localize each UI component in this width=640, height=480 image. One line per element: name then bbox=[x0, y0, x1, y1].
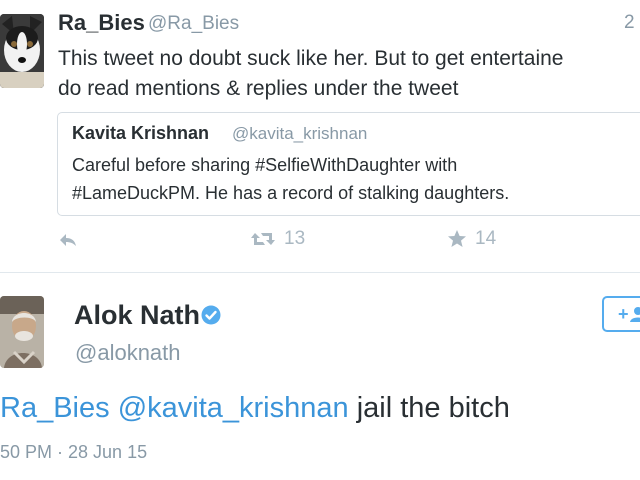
verified-badge-icon bbox=[201, 305, 221, 330]
quoted-author-name: Kavita Krishnan bbox=[72, 123, 210, 143]
retweet-button[interactable]: 13 bbox=[250, 228, 305, 250]
avatar[interactable] bbox=[0, 296, 44, 368]
tweet-text: This tweet no doubt suck like her. But t… bbox=[58, 44, 640, 104]
timestamp[interactable]: 2 bbox=[624, 12, 635, 34]
tweet-timestamp[interactable]: 50 PM · 28 Jun 15 bbox=[0, 442, 147, 463]
favorite-button[interactable]: 14 bbox=[447, 228, 496, 250]
tweet-actions: 13 14 bbox=[0, 228, 640, 256]
avatar[interactable] bbox=[0, 14, 44, 88]
author-handle[interactable]: @aloknath bbox=[75, 340, 181, 366]
author-handle[interactable]: @Ra_Bies bbox=[148, 13, 239, 35]
author-name[interactable]: Alok Nath bbox=[74, 300, 200, 331]
retweet-icon bbox=[251, 233, 275, 245]
author-name[interactable]: Ra_Bies bbox=[58, 10, 145, 36]
reply-icon bbox=[60, 234, 76, 246]
quoted-text-line: #LameDuckPM. He has a record of stalking… bbox=[72, 183, 510, 203]
quoted-tweet-text: Careful before sharing #SelfieWithDaught… bbox=[72, 151, 509, 207]
tweet-text: Ra_Bies @kavita_krishnan jail the bitch bbox=[0, 392, 510, 425]
retweet-count: 13 bbox=[284, 228, 306, 249]
tweet-text-line: This tweet no doubt suck like her. But t… bbox=[58, 47, 564, 70]
user-icon bbox=[629, 307, 640, 322]
dog-avatar-image bbox=[0, 14, 44, 88]
quoted-author-handle: @kavita_krishnan bbox=[232, 124, 368, 143]
quoted-tweet[interactable]: Kavita Krishnan @kavita_krishnan Careful… bbox=[57, 112, 640, 216]
mention-link[interactable]: @kavita_krishnan bbox=[118, 392, 349, 424]
profile-avatar-image bbox=[0, 296, 44, 368]
follow-button[interactable]: + bbox=[602, 296, 640, 332]
tweet-text-line: do read mentions & replies under the twe… bbox=[58, 77, 459, 100]
tweet-divider bbox=[0, 272, 640, 273]
favorite-count: 14 bbox=[475, 228, 497, 249]
tweet-text-rest: jail the bitch bbox=[356, 392, 510, 424]
follow-plus: + bbox=[618, 303, 629, 324]
reply-button[interactable] bbox=[58, 232, 78, 248]
quoted-text-line: Careful before sharing #SelfieWithDaught… bbox=[72, 155, 458, 175]
mention-link[interactable]: Ra_Bies bbox=[0, 392, 110, 424]
star-icon bbox=[448, 230, 466, 247]
